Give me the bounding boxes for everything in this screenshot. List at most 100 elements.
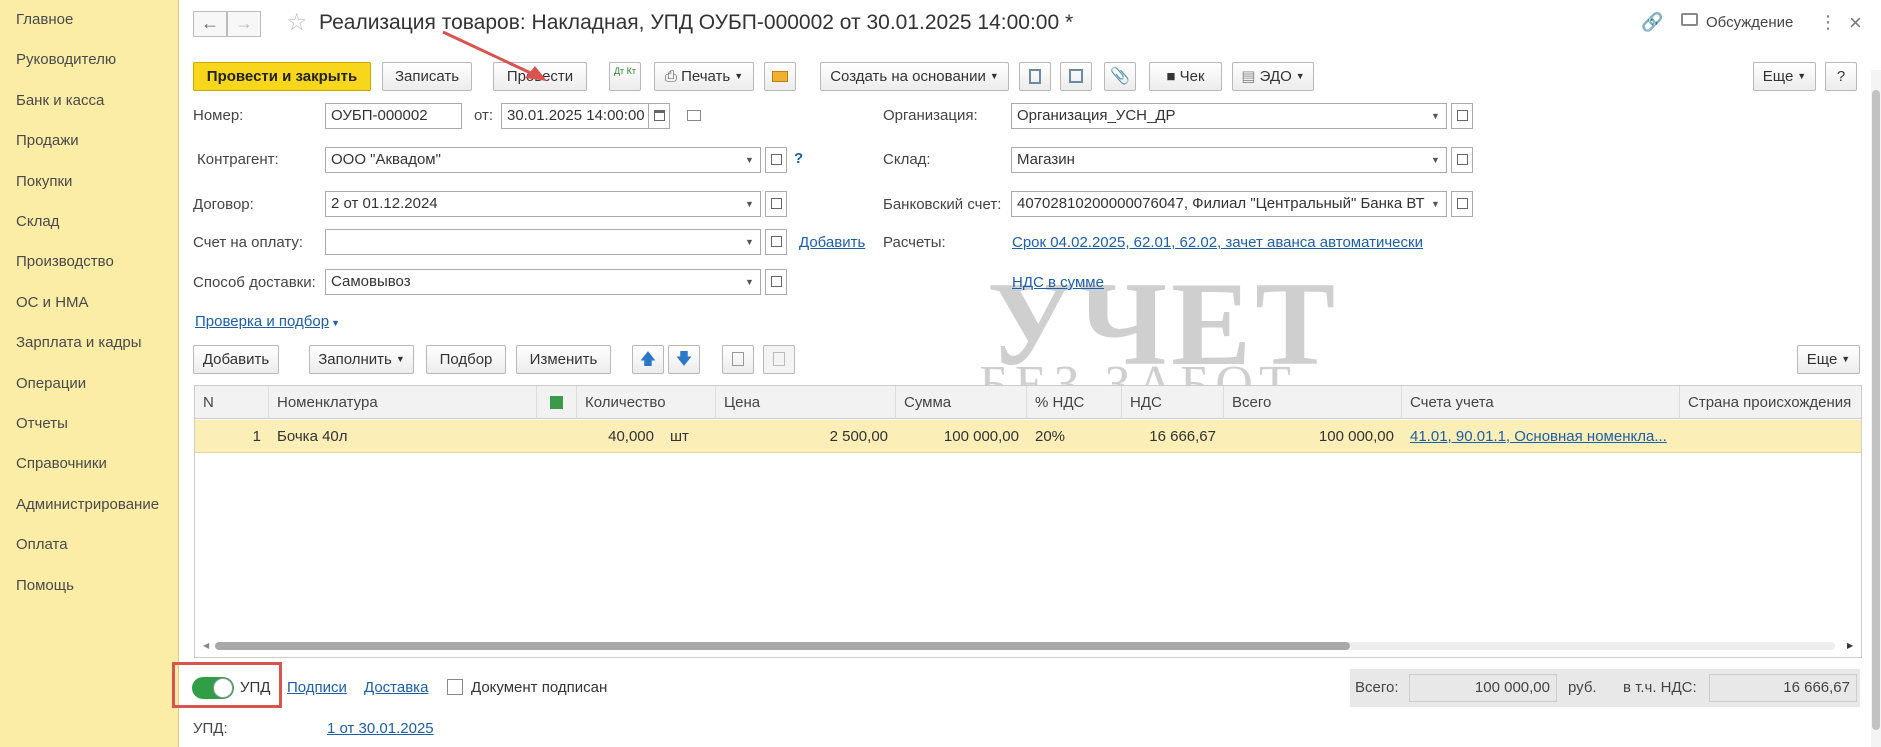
comment-icon[interactable]	[687, 110, 701, 121]
post-and-close-button[interactable]: Провести и закрыть	[193, 62, 371, 91]
document-button[interactable]	[1019, 62, 1051, 91]
warehouse-dropdown[interactable]: ▼	[1425, 147, 1447, 173]
sidebar-item-help[interactable]: Помощь	[16, 577, 74, 594]
vertical-scrollbar[interactable]	[1871, 70, 1881, 747]
contractor-open-button[interactable]	[765, 147, 787, 173]
sidebar-item-manager[interactable]: Руководителю	[16, 51, 116, 68]
col-item[interactable]: Номенклатура	[269, 386, 537, 419]
col-n[interactable]: N	[195, 386, 269, 419]
horizontal-scrollbar[interactable]	[215, 642, 1835, 650]
date-field[interactable]: 30.01.2025 14:00:00	[501, 103, 649, 129]
move-down-button[interactable]: 🡇	[668, 345, 700, 374]
cell-unit[interactable]: шт	[662, 420, 716, 453]
add-invoice-link[interactable]: Добавить	[799, 234, 865, 251]
signatures-link[interactable]: Подписи	[287, 679, 347, 696]
scroll-left-icon[interactable]: ◀	[203, 641, 209, 650]
cell-item[interactable]: Бочка 40л	[269, 420, 489, 453]
cell-accounts[interactable]: 41.01, 90.01.1, Основная номенкла...	[1402, 420, 1680, 453]
col-total[interactable]: Всего	[1224, 386, 1402, 419]
sidebar-item-sales[interactable]: Продажи	[16, 132, 79, 149]
bank-account-field[interactable]: 40702810200000076047, Филиал "Центральны…	[1011, 191, 1426, 217]
bank-account-open-button[interactable]	[1451, 191, 1473, 217]
close-icon[interactable]: ×	[1849, 10, 1862, 36]
organization-open-button[interactable]	[1451, 103, 1473, 129]
add-row-button[interactable]: Добавить	[193, 345, 279, 374]
cell-total[interactable]: 100 000,00	[1224, 420, 1402, 453]
contract-field[interactable]: 2 от 01.12.2024	[325, 191, 740, 217]
cell-vat-rate[interactable]: 20%	[1027, 420, 1122, 453]
col-pricing[interactable]	[537, 386, 577, 419]
delivery-method-dropdown[interactable]: ▼	[739, 269, 761, 295]
organization-field[interactable]: Организация_УСН_ДР	[1011, 103, 1426, 129]
print-button[interactable]: ⎙ Печать ▼	[654, 62, 754, 91]
structure-button[interactable]	[1060, 62, 1092, 91]
move-up-button[interactable]: 🡅	[632, 345, 664, 374]
invoice-open-button[interactable]	[765, 229, 787, 255]
col-price[interactable]: Цена	[716, 386, 896, 419]
sidebar-item-bank[interactable]: Банк и касса	[16, 92, 104, 109]
bank-account-dropdown[interactable]: ▼	[1425, 191, 1447, 217]
warehouse-field[interactable]: Магазин	[1011, 147, 1426, 173]
discussion-link[interactable]: Обсуждение	[1706, 14, 1793, 31]
question-icon[interactable]: ?	[794, 150, 803, 167]
sidebar-item-salary[interactable]: Зарплата и кадры	[16, 334, 142, 351]
organization-dropdown[interactable]: ▼	[1425, 103, 1447, 129]
vat-in-sum-link[interactable]: НДС в сумме	[1012, 274, 1104, 291]
invoice-field[interactable]	[325, 229, 740, 255]
cell-price[interactable]: 2 500,00	[716, 420, 896, 453]
vertical-scrollbar-thumb[interactable]	[1872, 90, 1880, 730]
dt-kt-button[interactable]: Дт Кт	[609, 62, 641, 91]
contractor-field[interactable]: ООО "Аквадом"	[325, 147, 740, 173]
cell-sum[interactable]: 100 000,00	[896, 420, 1027, 453]
star-icon[interactable]: ☆	[286, 8, 308, 37]
settlements-link[interactable]: Срок 04.02.2025, 62.01, 62.02, зачет ава…	[1012, 234, 1423, 251]
attach-button[interactable]: 📎	[1104, 62, 1136, 91]
check-button[interactable]: ■ Чек	[1149, 62, 1222, 91]
email-button[interactable]	[764, 62, 796, 91]
cell-vat[interactable]: 16 666,67	[1122, 420, 1224, 453]
upd-link[interactable]: 1 от 30.01.2025	[327, 720, 434, 737]
sidebar-item-production[interactable]: Производство	[16, 253, 114, 270]
forward-button[interactable]: →	[227, 11, 261, 37]
table-row[interactable]: 1 Бочка 40л 40,000 шт 2 500,00 100 000,0…	[195, 420, 1861, 453]
invoice-dropdown[interactable]: ▼	[739, 229, 761, 255]
calendar-button[interactable]	[648, 103, 670, 129]
help-button[interactable]: ?	[1825, 62, 1857, 91]
col-sum[interactable]: Сумма	[896, 386, 1027, 419]
more-button[interactable]: Еще ▼	[1753, 62, 1816, 91]
delivery-method-open-button[interactable]	[765, 269, 787, 295]
edo-button[interactable]: ▤ ЭДО ▼	[1232, 62, 1314, 91]
sidebar-item-references[interactable]: Справочники	[16, 455, 107, 472]
contract-open-button[interactable]	[765, 191, 787, 217]
col-country[interactable]: Страна происхождения	[1680, 386, 1863, 419]
sidebar-item-admin[interactable]: Администрирование	[16, 496, 159, 513]
discussion-icon[interactable]	[1681, 13, 1698, 26]
col-vat[interactable]: НДС	[1122, 386, 1224, 419]
col-vat-rate[interactable]: % НДС	[1027, 386, 1122, 419]
sidebar-item-operations[interactable]: Операции	[16, 375, 86, 392]
signed-checkbox[interactable]	[447, 679, 463, 695]
sidebar-item-reports[interactable]: Отчеты	[16, 415, 68, 432]
delivery-method-field[interactable]: Самовывоз	[325, 269, 740, 295]
table-more-button[interactable]: Еще ▼	[1797, 345, 1860, 374]
delivery-link[interactable]: Доставка	[364, 679, 428, 696]
copy-row-button[interactable]	[722, 345, 754, 374]
sidebar-item-assets[interactable]: ОС и НМА	[16, 294, 89, 311]
link-icon[interactable]: 🔗	[1641, 12, 1663, 33]
sidebar-item-payment[interactable]: Оплата	[16, 536, 68, 553]
col-qty[interactable]: Количество	[577, 386, 716, 419]
sidebar-item-purchases[interactable]: Покупки	[16, 173, 72, 190]
scroll-right-icon[interactable]: ▶	[1847, 641, 1853, 650]
number-field[interactable]: ОУБП-000002	[325, 103, 462, 129]
fill-button[interactable]: Заполнить ▼	[309, 345, 414, 374]
contractor-dropdown[interactable]: ▼	[739, 147, 761, 173]
check-and-select-link[interactable]: Проверка и подбор ▼	[195, 313, 340, 330]
sidebar-item-main[interactable]: Главное	[16, 11, 73, 28]
contract-dropdown[interactable]: ▼	[739, 191, 761, 217]
paste-row-button[interactable]	[763, 345, 795, 374]
cell-qty[interactable]: 40,000	[577, 420, 662, 453]
upd-toggle[interactable]	[192, 677, 234, 699]
horizontal-scrollbar-thumb[interactable]	[215, 642, 1350, 650]
col-accounts[interactable]: Счета учета	[1402, 386, 1680, 419]
change-button[interactable]: Изменить	[516, 345, 611, 374]
